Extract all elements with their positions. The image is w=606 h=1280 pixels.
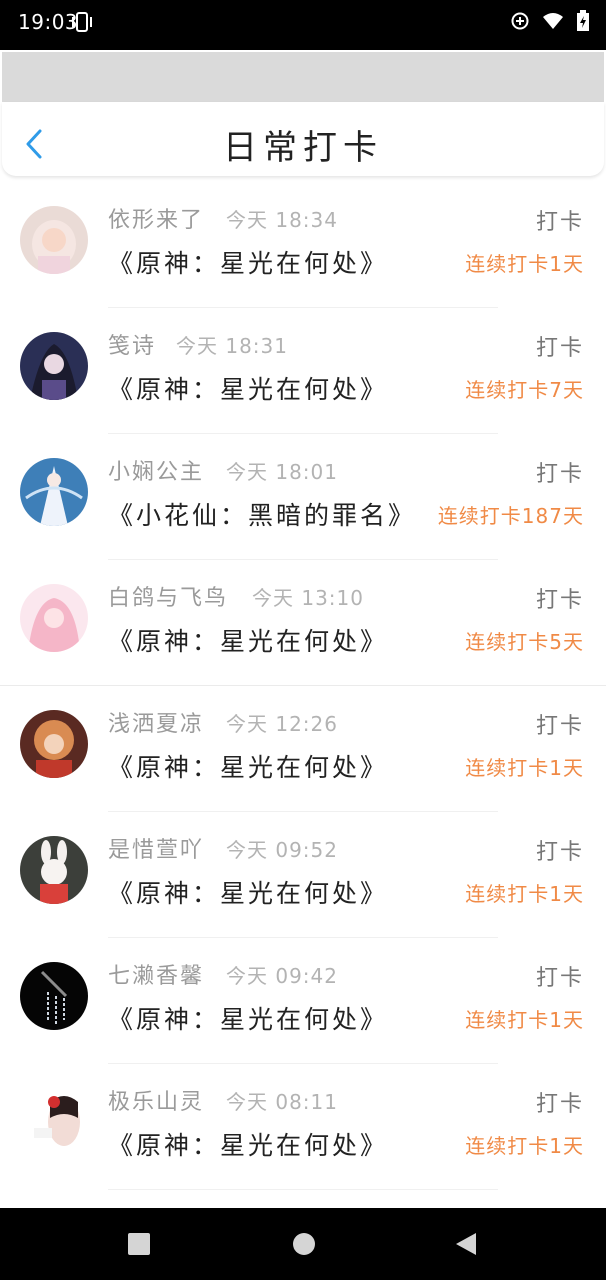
data-saver-icon — [510, 11, 530, 35]
status-bar: 19:03 — [0, 0, 606, 50]
user-name: 白鸽与飞鸟 — [108, 586, 229, 611]
streak-label: 连续打卡7天 — [465, 378, 584, 402]
checkin-time: 今天 18:34 — [226, 208, 338, 232]
checkin-list: 依形来了 今天 18:34 《原神：星光在何处》 打卡 连续打卡1天 笺诗 今天… — [0, 182, 606, 1190]
list-item[interactable]: 白鸽与飞鸟 今天 13:10 《原神：星光在何处》 打卡 连续打卡5天 — [0, 560, 606, 686]
checkin-button[interactable]: 打卡 — [536, 834, 584, 866]
list-item[interactable]: 小娴公主 今天 18:01 《小花仙：黑暗的罪名》 打卡 连续打卡187天 — [0, 434, 606, 560]
banner-placeholder — [2, 52, 604, 102]
checkin-time: 今天 18:01 — [226, 460, 338, 484]
checkin-button[interactable]: 打卡 — [536, 330, 584, 362]
checkin-time: 今天 18:31 — [176, 334, 288, 358]
streak-label: 连续打卡1天 — [465, 1134, 584, 1158]
book-title[interactable]: 《原神：星光在何处》 — [108, 622, 388, 658]
avatar[interactable] — [20, 584, 88, 652]
book-title[interactable]: 《原神：星光在何处》 — [108, 1000, 388, 1036]
list-item[interactable]: 浅洒夏凉 今天 12:26 《原神：星光在何处》 打卡 连续打卡1天 — [0, 686, 606, 812]
list-item[interactable]: 七濑香馨 今天 09:42 《原神：星光在何处》 打卡 连续打卡1天 — [0, 938, 606, 1064]
book-title[interactable]: 《原神：星光在何处》 — [108, 1126, 388, 1162]
avatar[interactable] — [20, 1088, 88, 1156]
checkin-button[interactable]: 打卡 — [536, 1086, 584, 1118]
avatar[interactable] — [20, 458, 88, 526]
checkin-time: 今天 08:11 — [226, 1090, 338, 1114]
divider — [108, 1189, 498, 1190]
checkin-button[interactable]: 打卡 — [536, 708, 584, 740]
wifi-icon — [542, 12, 564, 34]
user-name: 极乐山灵 — [108, 1090, 205, 1115]
avatar[interactable] — [20, 836, 88, 904]
avatar[interactable] — [20, 332, 88, 400]
user-name: 浅洒夏凉 — [108, 712, 205, 737]
battery-icon — [576, 10, 590, 36]
checkin-button[interactable]: 打卡 — [536, 960, 584, 992]
streak-label: 连续打卡1天 — [465, 252, 584, 276]
vibrate-icon — [70, 11, 94, 37]
streak-label: 连续打卡1天 — [465, 756, 584, 780]
avatar[interactable] — [20, 206, 88, 274]
list-item[interactable]: 笺诗 今天 18:31 《原神：星光在何处》 打卡 连续打卡7天 — [0, 308, 606, 434]
list-item[interactable]: 是惜萱吖 今天 09:52 《原神：星光在何处》 打卡 连续打卡1天 — [0, 812, 606, 938]
checkin-time: 今天 09:52 — [226, 838, 338, 862]
checkin-time: 今天 13:10 — [252, 586, 364, 610]
checkin-button[interactable]: 打卡 — [536, 456, 584, 488]
streak-label: 连续打卡1天 — [465, 1008, 584, 1032]
user-name: 小娴公主 — [108, 460, 205, 485]
recents-icon[interactable] — [127, 1232, 151, 1260]
checkin-button[interactable]: 打卡 — [536, 582, 584, 614]
streak-label: 连续打卡1天 — [465, 882, 584, 906]
title-bar: 日常打卡 — [2, 102, 604, 176]
user-name: 七濑香馨 — [108, 964, 205, 989]
avatar[interactable] — [20, 710, 88, 778]
list-item[interactable]: 依形来了 今天 18:34 《原神：星光在何处》 打卡 连续打卡1天 — [0, 182, 606, 308]
back-icon[interactable] — [454, 1232, 478, 1260]
book-title[interactable]: 《原神：星光在何处》 — [108, 874, 388, 910]
book-title[interactable]: 《原神：星光在何处》 — [108, 244, 388, 280]
book-title[interactable]: 《小花仙：黑暗的罪名》 — [108, 496, 416, 532]
home-icon[interactable] — [292, 1232, 316, 1260]
page-title: 日常打卡 — [223, 128, 383, 168]
navigation-bar — [0, 1208, 606, 1280]
checkin-button[interactable]: 打卡 — [536, 204, 584, 236]
avatar[interactable] — [20, 962, 88, 1030]
checkin-time: 今天 12:26 — [226, 712, 338, 736]
streak-label: 连续打卡187天 — [437, 504, 584, 528]
user-name: 依形来了 — [108, 208, 205, 233]
book-title[interactable]: 《原神：星光在何处》 — [108, 748, 388, 784]
user-name: 笺诗 — [108, 334, 157, 359]
streak-label: 连续打卡5天 — [465, 630, 584, 654]
list-item[interactable]: 极乐山灵 今天 08:11 《原神：星光在何处》 打卡 连续打卡1天 — [0, 1064, 606, 1190]
book-title[interactable]: 《原神：星光在何处》 — [108, 370, 388, 406]
checkin-time: 今天 09:42 — [226, 964, 338, 988]
user-name: 是惜萱吖 — [108, 838, 205, 863]
